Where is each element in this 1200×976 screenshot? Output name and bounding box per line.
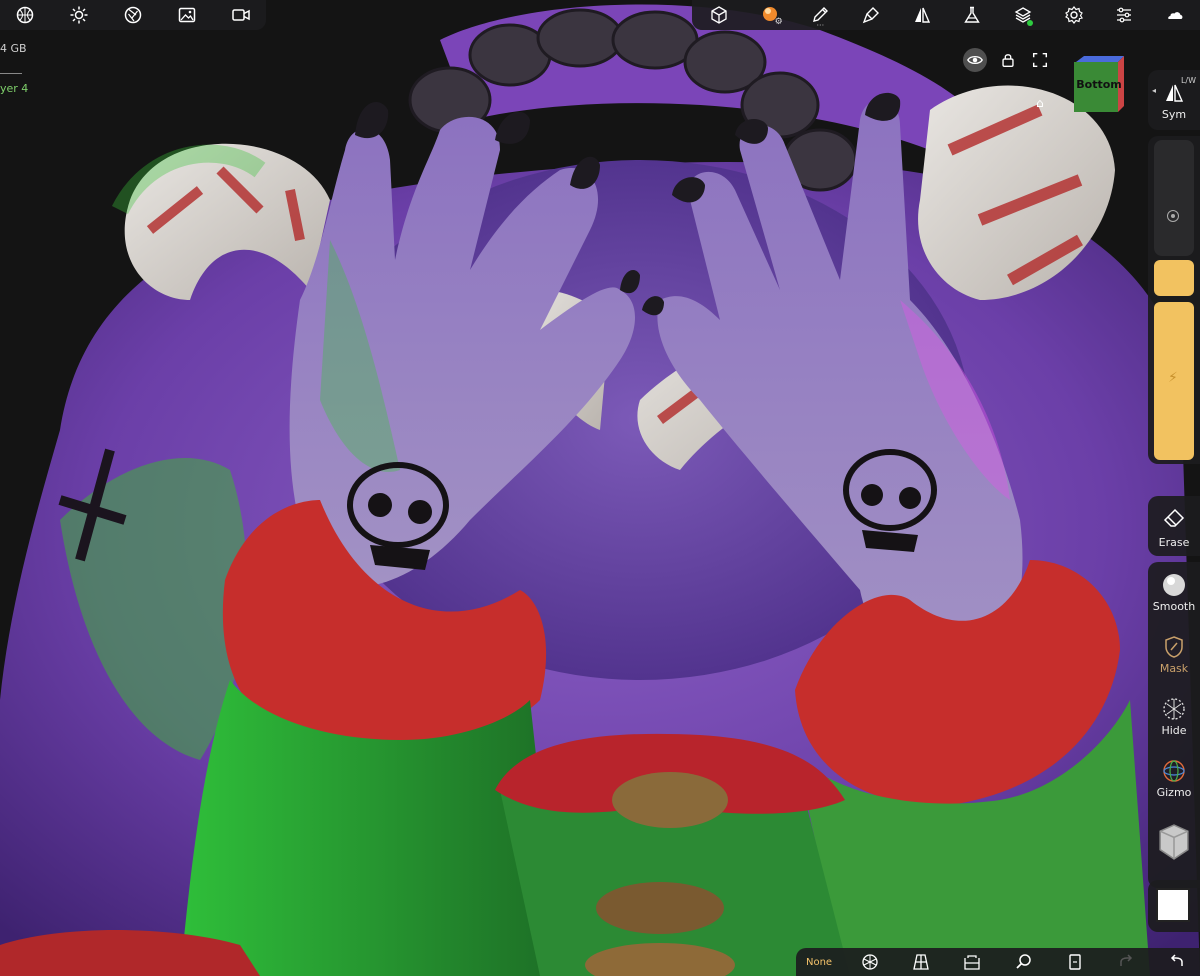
lock-icon[interactable] <box>996 48 1020 72</box>
radius-slider-fill[interactable] <box>1154 260 1194 296</box>
brush-sliders-panel: ⚡ <box>1148 136 1200 464</box>
hide-tool[interactable]: Hide <box>1148 688 1200 746</box>
collapse-arrow-icon[interactable]: ◂ <box>1152 86 1156 95</box>
brush-icon[interactable] <box>854 2 888 28</box>
image-icon[interactable] <box>170 2 204 28</box>
active-layer-label[interactable]: yer 4 <box>0 82 28 95</box>
scene-cube-icon[interactable] <box>702 2 736 28</box>
erase-label: Erase <box>1158 536 1190 549</box>
memory-divider <box>0 73 22 74</box>
search-icon[interactable] <box>1007 949 1041 975</box>
cloud-icon[interactable] <box>1158 2 1192 28</box>
color-swatch <box>1156 888 1190 922</box>
bucket-icon[interactable] <box>955 949 989 975</box>
aperture-icon[interactable] <box>116 2 150 28</box>
navigation-cube-label: Bottom <box>1076 78 1122 91</box>
top-right-toolbar: ⚙ ··· <box>692 0 1200 30</box>
hide-label: Hide <box>1161 724 1187 737</box>
sym-button[interactable]: L/W ◂ Sym <box>1148 70 1200 130</box>
smooth-label: Smooth <box>1152 600 1196 613</box>
redo-icon[interactable] <box>1109 949 1143 975</box>
pen-icon[interactable]: ··· <box>803 2 837 30</box>
perspective-grid-icon[interactable] <box>904 949 938 975</box>
smooth-brush-icon <box>1163 574 1185 596</box>
memory-usage-label: 4 GB <box>0 42 27 55</box>
sliders-icon[interactable] <box>1107 2 1141 28</box>
selection-mode-label[interactable]: None <box>802 955 836 970</box>
top-left-toolbar <box>0 0 266 30</box>
sculpt-viewport[interactable] <box>0 0 1200 976</box>
layers-icon[interactable] <box>1006 2 1040 28</box>
layers-status-dot <box>1026 20 1033 26</box>
fullscreen-icon[interactable] <box>1028 48 1052 72</box>
radius-slider[interactable] <box>1154 140 1194 256</box>
mask-tool[interactable]: Mask <box>1148 626 1200 684</box>
mask-label: Mask <box>1159 662 1189 675</box>
document-icon[interactable] <box>1058 949 1092 975</box>
gear-icon[interactable] <box>1057 2 1091 28</box>
bottom-toolbar: None <box>796 948 1200 976</box>
sym-label: Sym <box>1161 108 1187 121</box>
eye-icon[interactable] <box>963 48 987 72</box>
lightning-icon: ⚡ <box>1168 370 1178 386</box>
home-icon[interactable]: ⌂ <box>1036 96 1044 110</box>
video-camera-icon[interactable] <box>224 2 258 28</box>
symmetry-icon[interactable] <box>905 2 939 28</box>
eraser-icon <box>1163 508 1185 527</box>
matcap-material-button[interactable] <box>1148 812 1200 870</box>
sun-icon[interactable] <box>62 2 96 28</box>
color-swatch-button[interactable] <box>1148 880 1200 932</box>
mask-shield-icon <box>1165 636 1183 658</box>
smooth-tool[interactable]: Smooth <box>1148 564 1200 622</box>
matcap-sphere-icon <box>1159 824 1189 860</box>
intensity-slider[interactable]: ⚡ <box>1154 302 1194 460</box>
erase-button[interactable]: Erase <box>1148 496 1200 556</box>
material-ball-icon[interactable]: ⚙ <box>753 2 787 28</box>
flask-icon[interactable] <box>955 2 989 28</box>
gizmo-icon <box>1163 760 1185 782</box>
sculpt-model-render <box>0 4 1200 976</box>
wireframe-sphere-icon[interactable] <box>853 949 887 975</box>
hide-mesh-icon <box>1163 698 1185 720</box>
symmetry-toggle-icon <box>1166 84 1184 102</box>
gizmo-tool[interactable]: Gizmo <box>1148 750 1200 808</box>
gizmo-label: Gizmo <box>1156 786 1192 799</box>
sphere-grid-icon[interactable] <box>8 2 42 28</box>
undo-icon[interactable] <box>1160 949 1194 975</box>
